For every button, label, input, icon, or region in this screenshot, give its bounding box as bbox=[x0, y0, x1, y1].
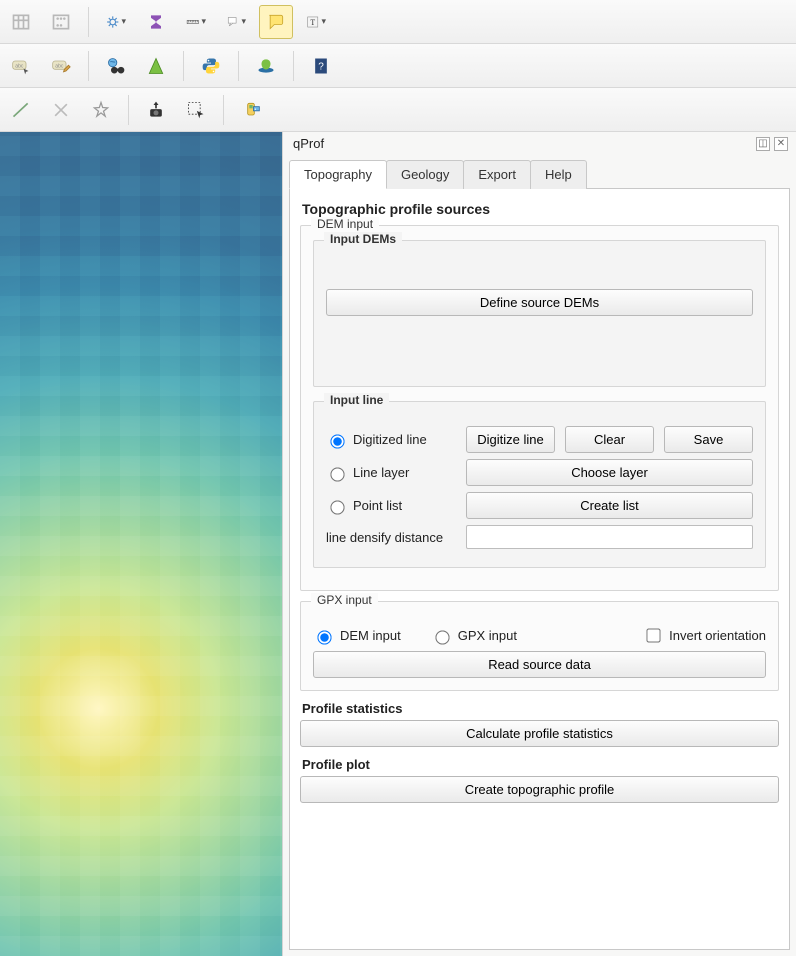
radio-point-list[interactable]: Point list bbox=[326, 498, 456, 514]
separator bbox=[223, 95, 224, 125]
toolbar-digitize bbox=[0, 88, 796, 132]
check-invert-input[interactable] bbox=[647, 628, 661, 642]
radio-point-list-input[interactable] bbox=[330, 500, 344, 514]
radio-digitized-input[interactable] bbox=[330, 434, 344, 448]
table-icon[interactable] bbox=[4, 5, 38, 39]
abc-edit-icon[interactable]: abc bbox=[44, 49, 78, 83]
group-label-input-line: Input line bbox=[324, 393, 389, 407]
group-gpx-input: GPX input DEM input GPX input Invert ori… bbox=[300, 601, 779, 691]
panel-titlebar: qProf ◫ ✕ bbox=[283, 132, 796, 155]
qprof-panel: qProf ◫ ✕ Topography Geology Export Help… bbox=[282, 132, 796, 956]
separator bbox=[88, 51, 89, 81]
binoculars-globe-icon[interactable] bbox=[99, 49, 133, 83]
radio-source-dem-label: DEM input bbox=[340, 628, 401, 643]
undock-icon[interactable]: ◫ bbox=[756, 137, 770, 151]
separator bbox=[183, 51, 184, 81]
check-invert[interactable]: Invert orientation bbox=[643, 626, 766, 645]
svg-text:?: ? bbox=[318, 61, 324, 72]
toolbar-main: ▾ ▾ ▾ T▾ bbox=[0, 0, 796, 44]
define-source-dems-button[interactable]: Define source DEMs bbox=[326, 289, 753, 316]
calc-stats-button[interactable]: Calculate profile statistics bbox=[300, 720, 779, 747]
group-input-line: Input line Digitized line Digitize line … bbox=[313, 401, 766, 568]
cross-icon[interactable] bbox=[44, 93, 78, 127]
svg-text:abc: abc bbox=[15, 63, 24, 69]
select-rect-icon[interactable] bbox=[179, 93, 213, 127]
group-dem-input: DEM input Input DEMs Define source DEMs … bbox=[300, 225, 779, 591]
gear-icon[interactable]: ▾ bbox=[99, 5, 133, 39]
radio-point-list-label: Point list bbox=[353, 498, 402, 513]
svg-text:T: T bbox=[310, 17, 315, 26]
group-input-dems: Input DEMs Define source DEMs bbox=[313, 240, 766, 387]
choose-layer-button[interactable]: Choose layer bbox=[466, 459, 753, 486]
tab-bar: Topography Geology Export Help bbox=[289, 159, 790, 189]
tab-geology[interactable]: Geology bbox=[386, 160, 464, 189]
radio-source-dem-input[interactable] bbox=[317, 630, 331, 644]
line-icon[interactable] bbox=[4, 93, 38, 127]
help-book-icon[interactable]: ? bbox=[304, 49, 338, 83]
tab-body-topography: Topographic profile sources DEM input In… bbox=[289, 189, 790, 950]
svg-text:abc: abc bbox=[55, 63, 64, 69]
separator bbox=[293, 51, 294, 81]
group-label-gpx: GPX input bbox=[311, 593, 378, 607]
map-canvas[interactable] bbox=[0, 132, 282, 956]
toolbar-plugins: abc abc ? bbox=[0, 44, 796, 88]
radio-source-dem[interactable]: DEM input bbox=[313, 628, 401, 644]
radio-line-layer-label: Line layer bbox=[353, 465, 409, 480]
tab-topography[interactable]: Topography bbox=[289, 160, 387, 189]
separator bbox=[128, 95, 129, 125]
create-list-button[interactable]: Create list bbox=[466, 492, 753, 519]
sigma-icon[interactable] bbox=[139, 5, 173, 39]
radio-source-gpx-input[interactable] bbox=[435, 630, 449, 644]
profile-plot-heading: Profile plot bbox=[302, 757, 779, 772]
group-label-input-dems: Input DEMs bbox=[324, 232, 402, 246]
annotation-active-icon[interactable] bbox=[259, 5, 293, 39]
camera-up-icon[interactable] bbox=[139, 93, 173, 127]
profile-stats-heading: Profile statistics bbox=[302, 701, 779, 716]
ruler-icon[interactable]: ▾ bbox=[179, 5, 213, 39]
group-label-dem: DEM input bbox=[311, 217, 379, 231]
radio-digitized-label: Digitized line bbox=[353, 432, 427, 447]
radio-source-gpx[interactable]: GPX input bbox=[431, 628, 517, 644]
star-move-icon[interactable] bbox=[84, 93, 118, 127]
text-dd-icon[interactable]: T▾ bbox=[299, 5, 333, 39]
radio-digitized-line[interactable]: Digitized line bbox=[326, 432, 456, 448]
main-area: qProf ◫ ✕ Topography Geology Export Help… bbox=[0, 132, 796, 956]
section-heading: Topographic profile sources bbox=[302, 201, 779, 217]
digitize-line-button[interactable]: Digitize line bbox=[466, 426, 555, 453]
grass-icon[interactable] bbox=[139, 49, 173, 83]
tab-export[interactable]: Export bbox=[463, 160, 531, 189]
python-icon[interactable] bbox=[194, 49, 228, 83]
separator bbox=[238, 51, 239, 81]
close-icon[interactable]: ✕ bbox=[774, 137, 788, 151]
create-profile-button[interactable]: Create topographic profile bbox=[300, 776, 779, 803]
radio-line-layer[interactable]: Line layer bbox=[326, 465, 456, 481]
check-invert-label: Invert orientation bbox=[669, 628, 766, 643]
save-button[interactable]: Save bbox=[664, 426, 753, 453]
read-source-data-button[interactable]: Read source data bbox=[313, 651, 766, 678]
clear-button[interactable]: Clear bbox=[565, 426, 654, 453]
densify-label: line densify distance bbox=[326, 530, 456, 545]
tab-help[interactable]: Help bbox=[530, 160, 587, 189]
abc-select-icon[interactable]: abc bbox=[4, 49, 38, 83]
abacus-icon[interactable] bbox=[44, 5, 78, 39]
map-tips-dd-icon[interactable]: ▾ bbox=[219, 5, 253, 39]
radio-line-layer-input[interactable] bbox=[330, 467, 344, 481]
panel-title-text: qProf bbox=[293, 136, 324, 151]
radio-source-gpx-label: GPX input bbox=[458, 628, 517, 643]
separator bbox=[88, 7, 89, 37]
leaf-icon[interactable] bbox=[249, 49, 283, 83]
densify-input[interactable] bbox=[466, 525, 753, 549]
gps-icon[interactable] bbox=[234, 93, 268, 127]
